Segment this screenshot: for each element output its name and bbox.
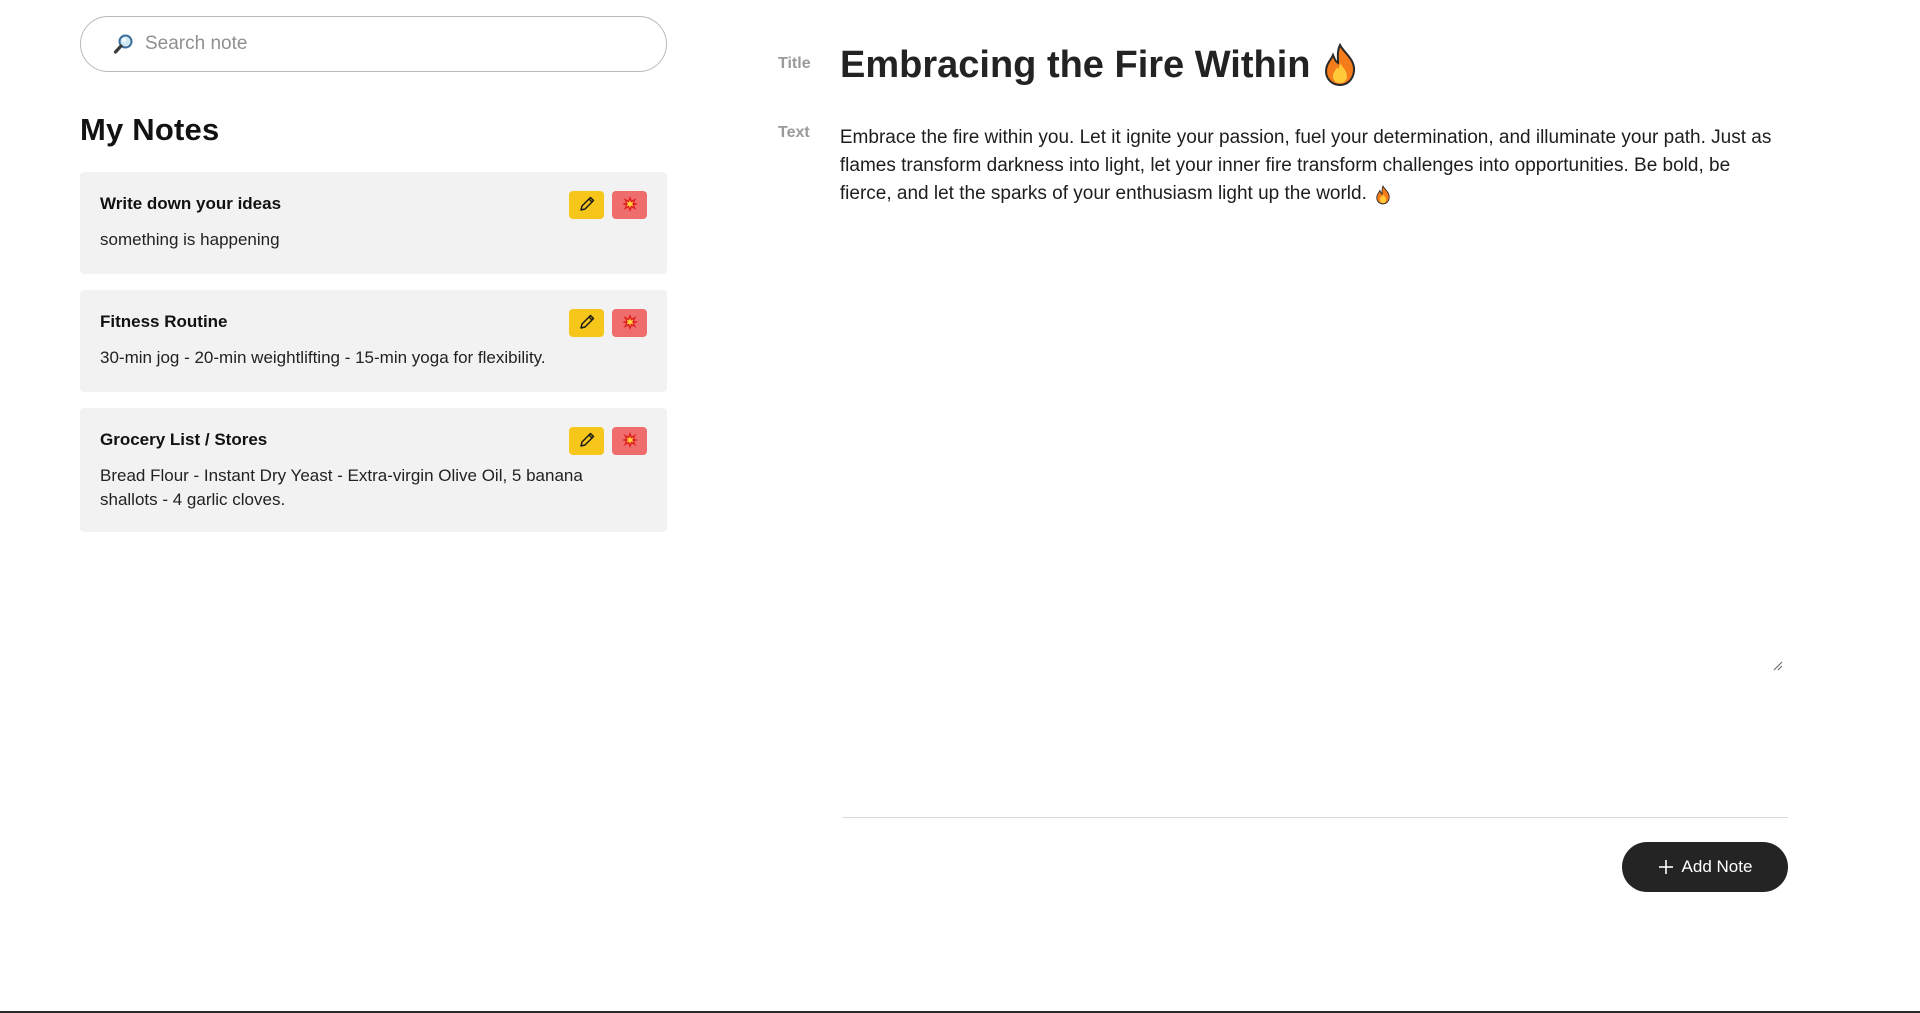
note-card[interactable]: Grocery List / Stores Bread Flour - Inst… xyxy=(80,408,667,532)
resize-handle[interactable] xyxy=(1773,658,1783,671)
collision-icon xyxy=(621,195,639,216)
title-text: Embracing the Fire Within xyxy=(840,44,1311,86)
edit-note-button[interactable] xyxy=(569,427,604,455)
note-title: Grocery List / Stores xyxy=(100,430,268,449)
delete-note-button[interactable] xyxy=(612,191,647,219)
pencil-icon xyxy=(578,195,596,216)
note-actions xyxy=(569,191,647,219)
note-body: 30-min jog - 20-min weightlifting - 15-m… xyxy=(100,348,546,367)
collision-icon xyxy=(621,313,639,334)
note-actions xyxy=(569,309,647,337)
delete-note-button[interactable] xyxy=(612,427,647,455)
search-icon xyxy=(113,33,135,55)
note-body: something is happening xyxy=(100,230,280,249)
search-input[interactable] xyxy=(143,32,603,56)
title-row: Title Embracing the Fire Within xyxy=(778,40,1783,90)
text-label: Text xyxy=(778,124,810,141)
note-card[interactable]: Write down your ideas something is happe… xyxy=(80,172,667,274)
text-row: Text Embrace the fire within you. Let it… xyxy=(778,124,1783,764)
note-editor: Title Embracing the Fire Within Text Emb… xyxy=(778,40,1783,764)
pencil-icon xyxy=(578,313,596,334)
note-body: Bread Flour - Instant Dry Yeast - Extra-… xyxy=(100,466,583,509)
fire-icon xyxy=(1375,184,1391,205)
text-content: Embrace the fire within you. Let it igni… xyxy=(839,127,1772,204)
add-note-label: Add Note xyxy=(1681,857,1753,876)
notes-sidebar: My Notes Write down your ideas something… xyxy=(80,16,667,532)
fire-icon xyxy=(1322,43,1358,87)
search-box[interactable] xyxy=(80,16,667,72)
title-label: Title xyxy=(778,55,811,72)
edit-note-button[interactable] xyxy=(569,309,604,337)
divider xyxy=(842,817,1788,818)
add-note-button[interactable]: Add Note xyxy=(1622,842,1788,892)
note-actions xyxy=(569,427,647,455)
note-title: Fitness Routine xyxy=(100,312,228,331)
pencil-icon xyxy=(578,431,596,452)
text-input[interactable]: Embrace the fire within you. Let it igni… xyxy=(840,124,1783,764)
note-list: Write down your ideas something is happe… xyxy=(80,172,667,532)
delete-note-button[interactable] xyxy=(612,309,647,337)
notes-heading: My Notes xyxy=(80,112,220,147)
collision-icon xyxy=(621,431,639,452)
note-title: Write down your ideas xyxy=(100,194,282,213)
plus-icon xyxy=(1658,859,1674,875)
title-input[interactable]: Embracing the Fire Within xyxy=(840,40,1358,90)
edit-note-button[interactable] xyxy=(569,191,604,219)
note-card[interactable]: Fitness Routine 30-min jog - 20-min weig… xyxy=(80,290,667,392)
